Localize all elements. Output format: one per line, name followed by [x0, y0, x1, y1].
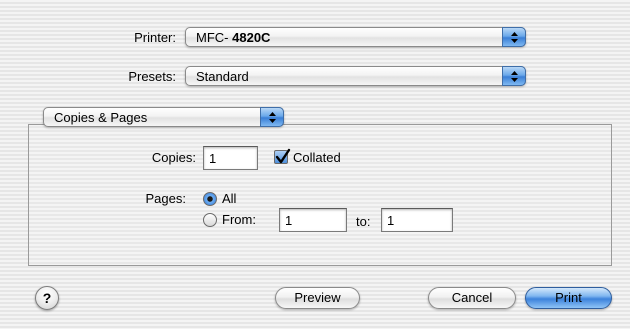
copies-label: Copies:: [151, 150, 196, 165]
up-down-arrows-icon: [260, 107, 284, 127]
presets-popup[interactable]: Standard: [185, 66, 526, 86]
pages-from-value: 1: [285, 213, 293, 228]
printer-label: Printer:: [134, 30, 176, 45]
preview-button[interactable]: Preview: [275, 287, 360, 309]
checkmark-icon: [275, 148, 291, 164]
pages-to-value: 1: [387, 213, 395, 228]
pages-label: Pages:: [145, 191, 186, 206]
print-button[interactable]: Print: [525, 287, 612, 309]
copies-field[interactable]: 1: [203, 146, 258, 170]
up-down-arrows-icon: [502, 27, 526, 47]
up-down-arrows-icon: [502, 66, 526, 86]
help-icon[interactable]: ?: [35, 286, 59, 310]
pages-to-label: to:: [356, 214, 371, 229]
pages-from-field[interactable]: 1: [279, 208, 347, 232]
cancel-button[interactable]: Cancel: [428, 287, 516, 309]
collated-checkbox[interactable]: [274, 148, 291, 164]
pages-all-label[interactable]: All: [222, 191, 236, 207]
presets-value: Standard: [196, 69, 249, 84]
printer-value: MFC- 4820C: [196, 30, 271, 45]
pages-all-radio[interactable]: [203, 192, 217, 206]
panel-value: Copies & Pages: [54, 110, 148, 125]
pages-to-field[interactable]: 1: [381, 208, 453, 232]
collated-label[interactable]: Collated: [293, 150, 341, 166]
pages-from-radio[interactable]: [203, 213, 217, 227]
printer-popup[interactable]: MFC- 4820C: [185, 27, 526, 47]
pages-from-label[interactable]: From:: [222, 212, 256, 228]
panel-popup[interactable]: Copies & Pages: [43, 107, 284, 127]
presets-label: Presets:: [128, 69, 176, 84]
copies-value: 1: [209, 151, 217, 166]
